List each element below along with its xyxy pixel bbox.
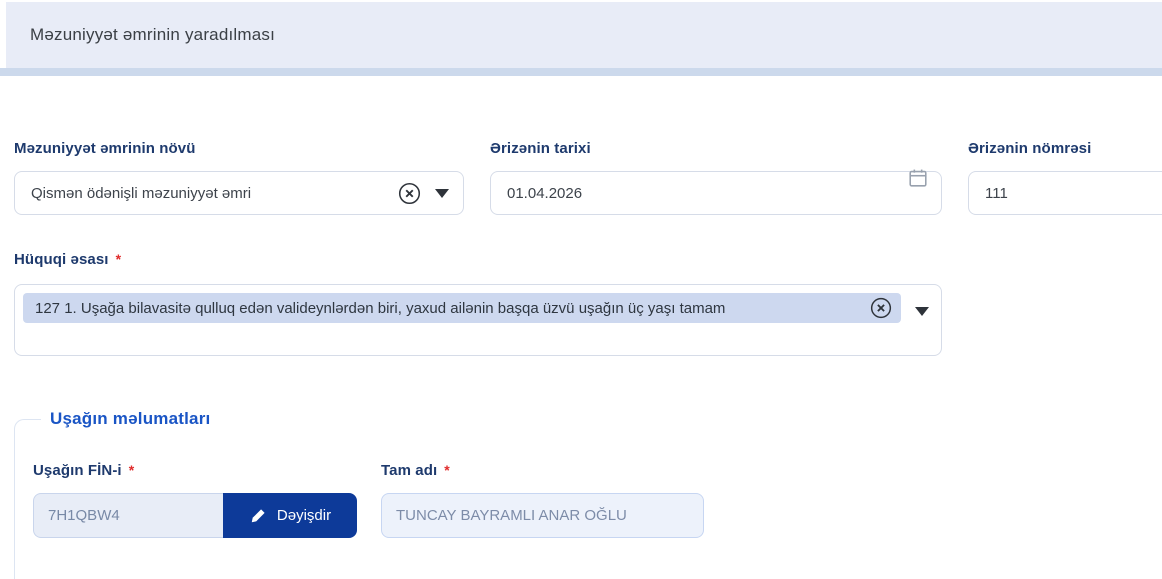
field-legal-basis: Hüquqi əsası * 127 1. Uşağa bilavasitə q… [14,251,942,356]
child-info-section: Uşağın məlumatları Uşağın FİN-i * Dəyişd… [14,419,1162,579]
chevron-down-icon[interactable] [435,189,449,198]
required-asterisk: * [116,251,122,267]
field-order-type: Məzuniyyət əmrinin növü Qismən ödənişli … [14,140,464,215]
field-child-full-name: Tam adı * [381,462,704,538]
field-child-fin: Uşağın FİN-i * Dəyişdir [33,462,375,538]
page-title: Məzuniyyət əmrinin yaradılması [30,25,275,45]
legal-basis-selected-chip: 127 1. Uşağa bilavasitə qulluq edən vali… [23,293,901,323]
vacation-order-form-page: Məzuniyyət əmrinin yaradılması Məzuniyyə… [0,0,1162,566]
order-type-label: Məzuniyyət əmrinin növü [14,140,464,157]
change-fin-button-label: Dəyişdir [277,507,331,524]
child-info-legend: Uşağın məlumatları [41,408,1162,430]
field-application-number: Ərizənin nömrəsi [968,140,1162,215]
header-divider [0,68,1162,76]
application-date-label: Ərizənin tarixi [490,140,942,157]
pencil-icon [249,507,267,525]
application-number-label: Ərizənin nömrəsi [968,140,1162,157]
application-number-input[interactable] [968,171,1162,215]
legal-basis-multiselect[interactable]: 127 1. Uşağa bilavasitə qulluq edən vali… [14,284,942,356]
legal-basis-label: Hüquqi əsası * [14,251,942,268]
field-application-date: Ərizənin tarixi [490,140,942,215]
chevron-down-icon[interactable] [915,307,929,316]
child-fin-label: Uşağın FİN-i * [33,462,375,479]
legal-basis-chip-text: 127 1. Uşağa bilavasitə qulluq edən vali… [35,300,870,317]
calendar-icon[interactable] [907,167,929,189]
remove-chip-icon[interactable] [870,297,892,319]
required-asterisk: * [129,462,135,478]
required-asterisk: * [444,462,450,478]
change-fin-button[interactable]: Dəyişdir [223,493,357,538]
page-header: Məzuniyyət əmrinin yaradılması [6,2,1162,68]
order-type-select[interactable]: Qismən ödənişli məzuniyyət əmri [14,171,464,215]
order-type-value: Qismən ödənişli məzuniyyət əmri [31,185,398,202]
application-date-input[interactable] [490,171,942,215]
child-fin-input[interactable] [33,493,223,538]
clear-selection-icon[interactable] [398,182,421,205]
child-full-name-input[interactable] [381,493,704,538]
child-full-name-label: Tam adı * [381,462,704,479]
